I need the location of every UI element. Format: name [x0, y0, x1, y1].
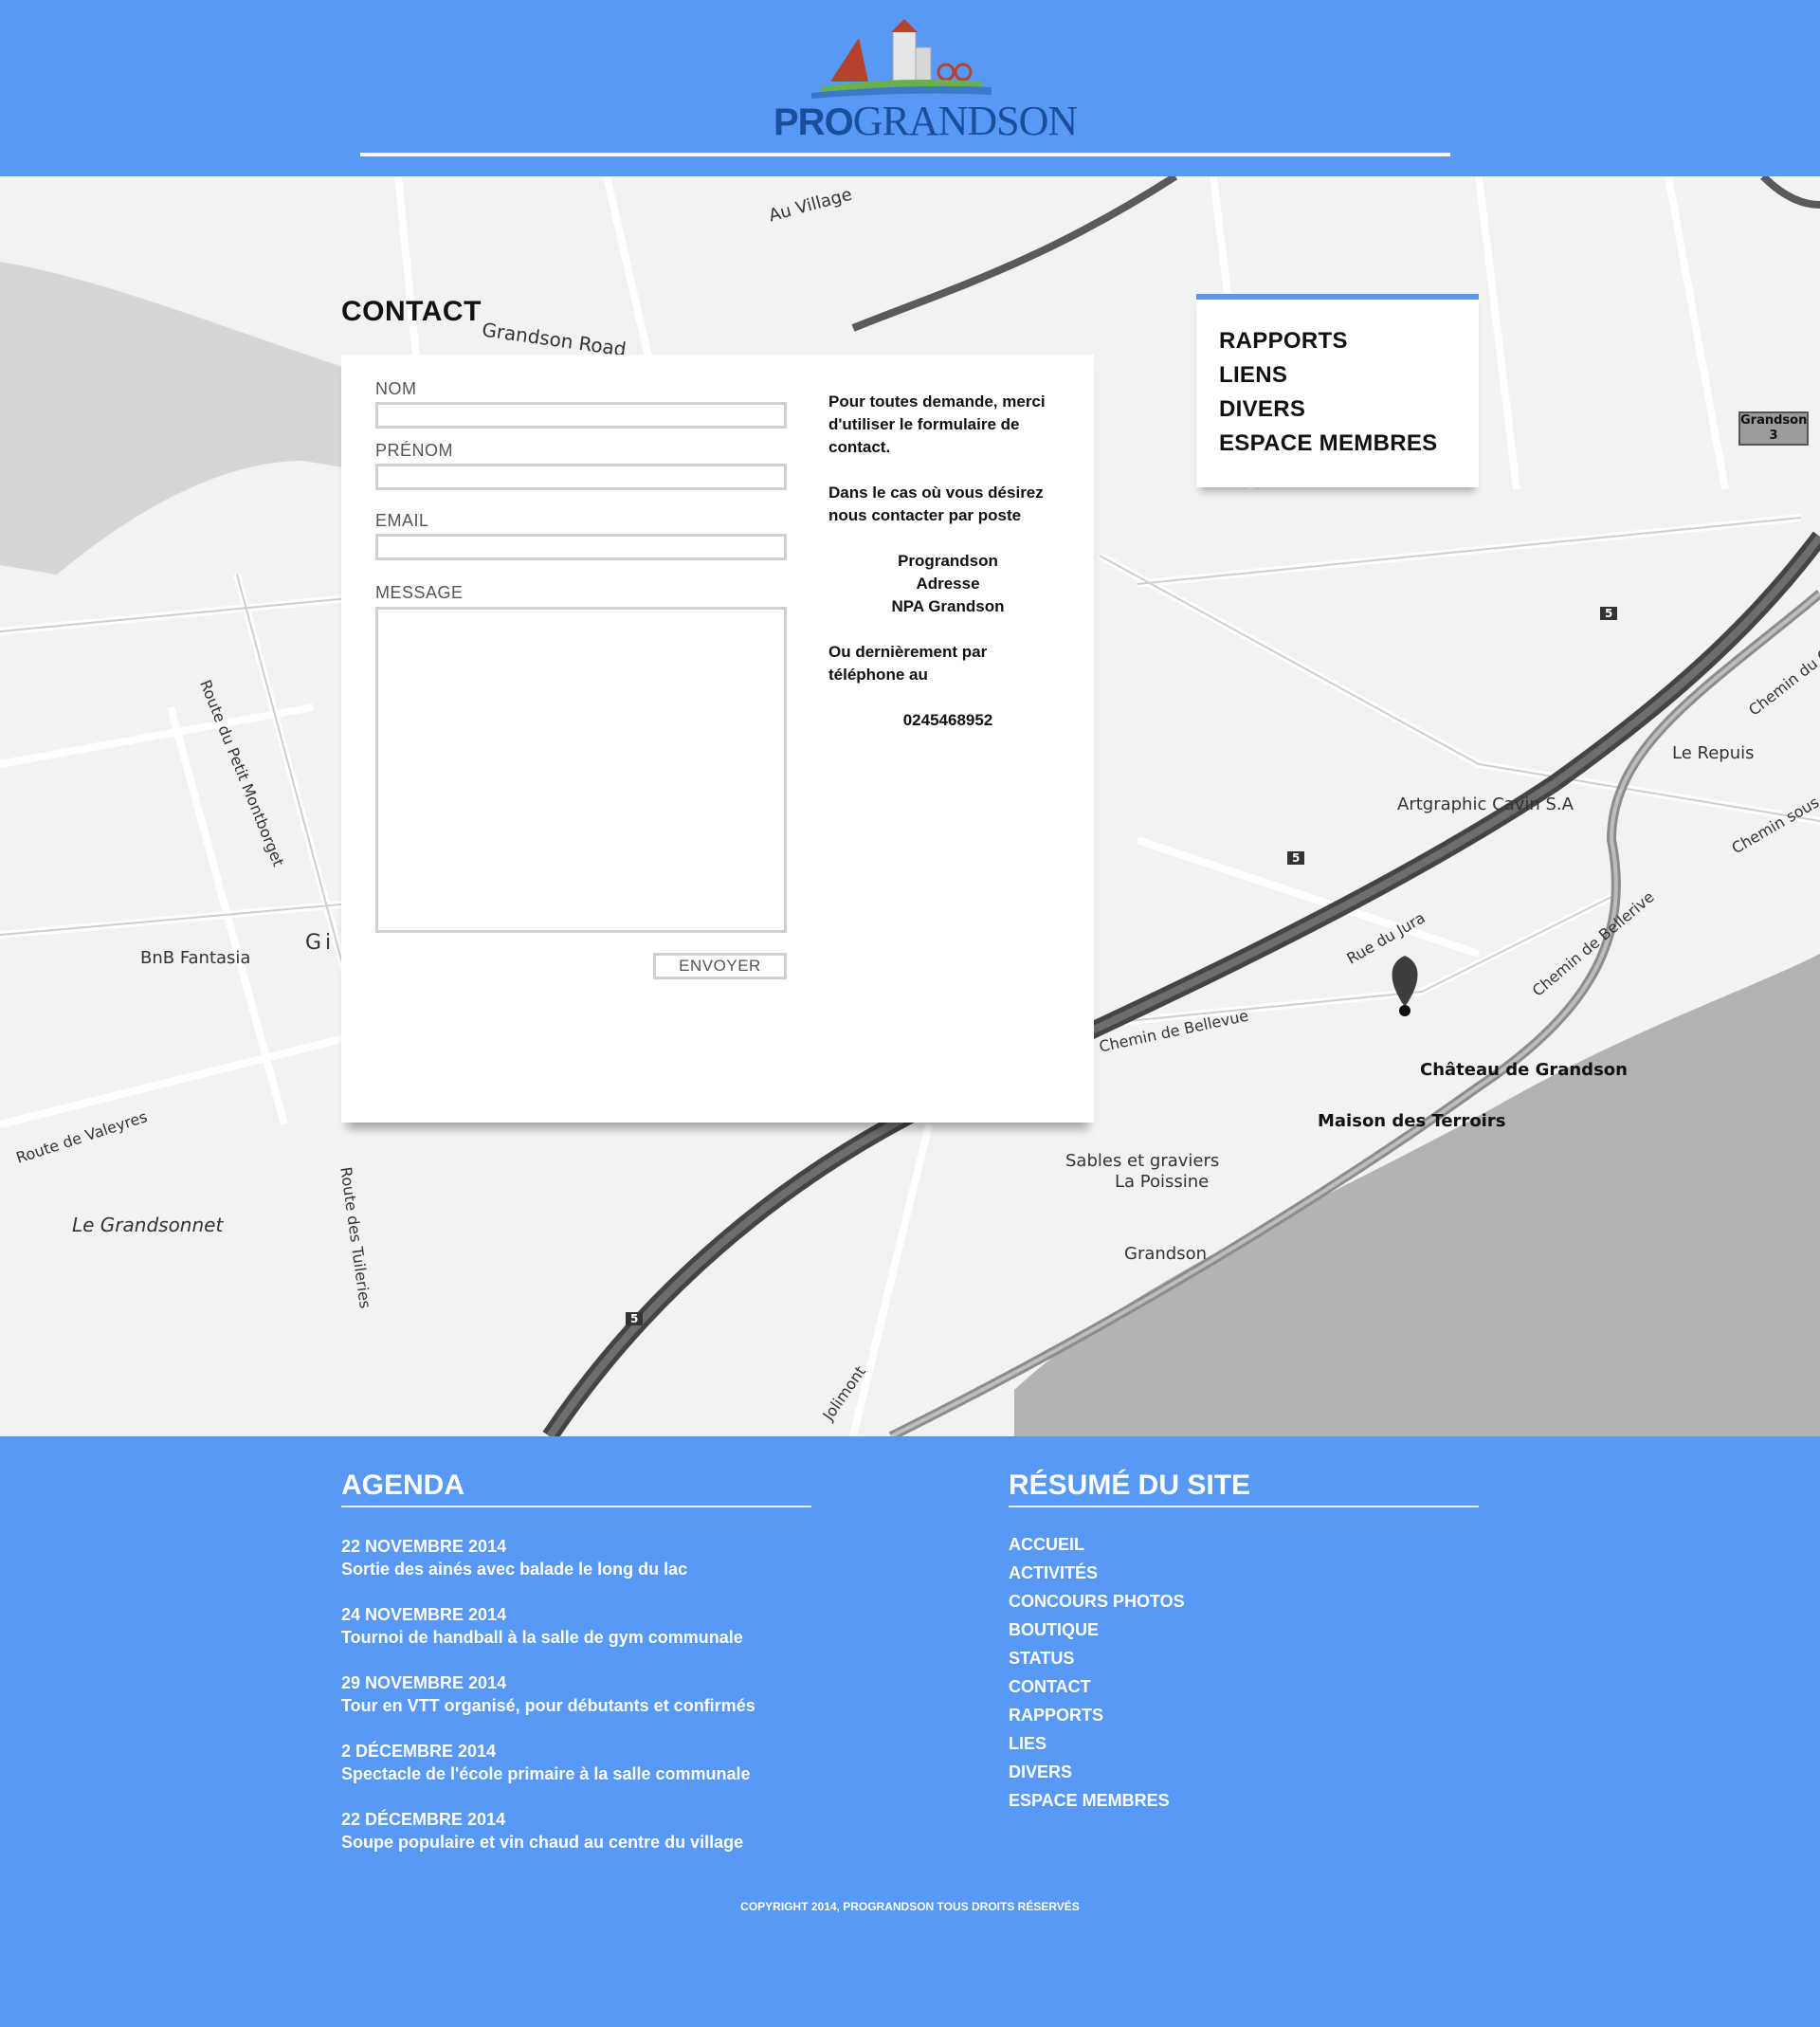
prenom-label: PRÉNOM [375, 441, 454, 460]
side-menu: RAPPORTS LIENS DIVERS ESPACE MEMBRES [1196, 294, 1479, 487]
site-summary-title: RÉSUMÉ DU SITE [1009, 1470, 1251, 1501]
map-label-gi: Gi [305, 931, 336, 955]
map-label-bnb-fantasia: BnB Fantasia [140, 948, 251, 968]
envoyer-button[interactable]: ENVOYER [653, 953, 787, 979]
address-line-1: Prograndson [898, 552, 998, 570]
agenda-text: Tour en VTT organisé, pour débutants et … [341, 1696, 755, 1715]
nom-field[interactable] [375, 402, 787, 429]
logo-rest: GRANDSON [852, 98, 1078, 144]
map-label-grandson: Grandson [1124, 1244, 1208, 1264]
footer-link-divers[interactable]: DIVERS [1009, 1762, 1072, 1782]
logo-bold: PRO [774, 101, 854, 143]
exit-sign-number: 3 [1769, 429, 1778, 443]
contact-phone: 0245468952 [902, 711, 993, 729]
contact-info: Pour toutes demande, merci d'utiliser le… [828, 391, 1067, 755]
map-label-le-grandsonnet: Le Grandsonnet [72, 1214, 224, 1236]
agenda-item[interactable]: 29 NOVEMBRE 2014 Tour en VTT organisé, p… [341, 1671, 755, 1717]
site-logo[interactable]: PROGRANDSON [774, 19, 1078, 144]
footer-link-boutique[interactable]: BOUTIQUE [1009, 1620, 1099, 1640]
agenda-item[interactable]: 22 DÉCEMBRE 2014 Soupe populaire et vin … [341, 1808, 743, 1854]
agenda-text: Tournoi de handball à la salle de gym co… [341, 1628, 743, 1647]
footer-link-espace-membres[interactable]: ESPACE MEMBRES [1009, 1791, 1170, 1811]
side-menu-item-liens[interactable]: LIENS [1219, 358, 1479, 393]
email-field[interactable] [375, 534, 787, 560]
map-label-le-repuis: Le Repuis [1672, 743, 1755, 763]
footer-link-concours-photos[interactable]: CONCOURS PHOTOS [1009, 1592, 1185, 1612]
nom-label: NOM [375, 379, 417, 398]
site-summary-divider [1009, 1506, 1479, 1507]
agenda-item[interactable]: 24 NOVEMBRE 2014 Tournoi de handball à l… [341, 1603, 743, 1649]
agenda-divider [341, 1506, 811, 1507]
message-field[interactable] [375, 607, 787, 933]
prenom-field[interactable] [375, 464, 787, 490]
agenda-text: Sortie des ainés avec balade le long du … [341, 1560, 688, 1579]
email-label: EMAIL [375, 511, 429, 530]
logo-castle-icon [811, 19, 992, 99]
logo-wordmark: PROGRANDSON [774, 97, 1078, 145]
footer-link-activites[interactable]: ACTIVITÉS [1009, 1563, 1098, 1583]
address-line-3: NPA Grandson [891, 597, 1005, 615]
copyright: COPYRIGHT 2014, PROGRANDSON TOUS DROITS … [740, 1900, 1080, 1913]
header-divider [360, 153, 1450, 156]
exit-sign-name: Grandson [1740, 413, 1808, 428]
contact-phone-intro: Ou dernièrement par téléphone au [828, 643, 988, 684]
footer-link-status[interactable]: STATUS [1009, 1649, 1074, 1669]
agenda-date: 22 NOVEMBRE 2014 [341, 1537, 507, 1556]
agenda-text: Soupe populaire et vin chaud au centre d… [341, 1833, 744, 1852]
footer-link-rapports[interactable]: RAPPORTS [1009, 1706, 1103, 1726]
agenda-text: Spectacle de l'école primaire à la salle… [341, 1764, 751, 1783]
agenda-date: 29 NOVEMBRE 2014 [341, 1673, 507, 1692]
contact-title: CONTACT [341, 296, 482, 327]
site-header: PROGRANDSON [0, 0, 1820, 176]
contact-intro: Pour toutes demande, merci d'utiliser le… [828, 393, 1046, 456]
contact-form-card: NOM PRÉNOM EMAIL MESSAGE ENVOYER Pour to… [341, 355, 1094, 1123]
map-label-artgraphic: Artgraphic Cavin S.A [1397, 794, 1574, 814]
contact-address: Prograndson Adresse NPA Grandson [828, 550, 1067, 618]
map-road-5-sign: 5 [1287, 851, 1305, 865]
map-road-5-sign: 5 [1600, 607, 1618, 620]
footer-link-contact[interactable]: CONTACT [1009, 1677, 1091, 1697]
message-label: MESSAGE [375, 583, 464, 602]
map-label-la-poissine: La Poissine [1115, 1172, 1210, 1192]
map-label-chateau: Château de Grandson [1420, 1060, 1628, 1080]
agenda-title: AGENDA [341, 1470, 465, 1501]
site-footer: AGENDA 22 NOVEMBRE 2014 Sortie des ainés… [0, 1436, 1820, 2027]
address-line-2: Adresse [916, 575, 980, 593]
side-menu-item-espace-membres[interactable]: ESPACE MEMBRES [1219, 427, 1479, 461]
map-exit-sign: Grandson 3 [1738, 411, 1809, 446]
side-menu-item-rapports[interactable]: RAPPORTS [1219, 324, 1479, 358]
agenda-date: 22 DÉCEMBRE 2014 [341, 1810, 506, 1829]
agenda-date: 2 DÉCEMBRE 2014 [341, 1742, 497, 1761]
footer-link-accueil[interactable]: ACCUEIL [1009, 1535, 1084, 1555]
agenda-date: 24 NOVEMBRE 2014 [341, 1605, 507, 1624]
agenda-item[interactable]: 2 DÉCEMBRE 2014 Spectacle de l'école pri… [341, 1740, 751, 1785]
footer-link-lies[interactable]: LIES [1009, 1734, 1046, 1754]
map-label-maison-terroirs: Maison des Terroirs [1318, 1111, 1506, 1131]
map-road-5-sign: 5 [626, 1312, 644, 1325]
side-menu-item-divers[interactable]: DIVERS [1219, 393, 1479, 427]
agenda-item[interactable]: 22 NOVEMBRE 2014 Sortie des ainés avec b… [341, 1535, 687, 1580]
contact-post: Dans le cas où vous désirez nous contact… [828, 484, 1044, 524]
map-label-sables: Sables et graviers [1065, 1151, 1220, 1171]
